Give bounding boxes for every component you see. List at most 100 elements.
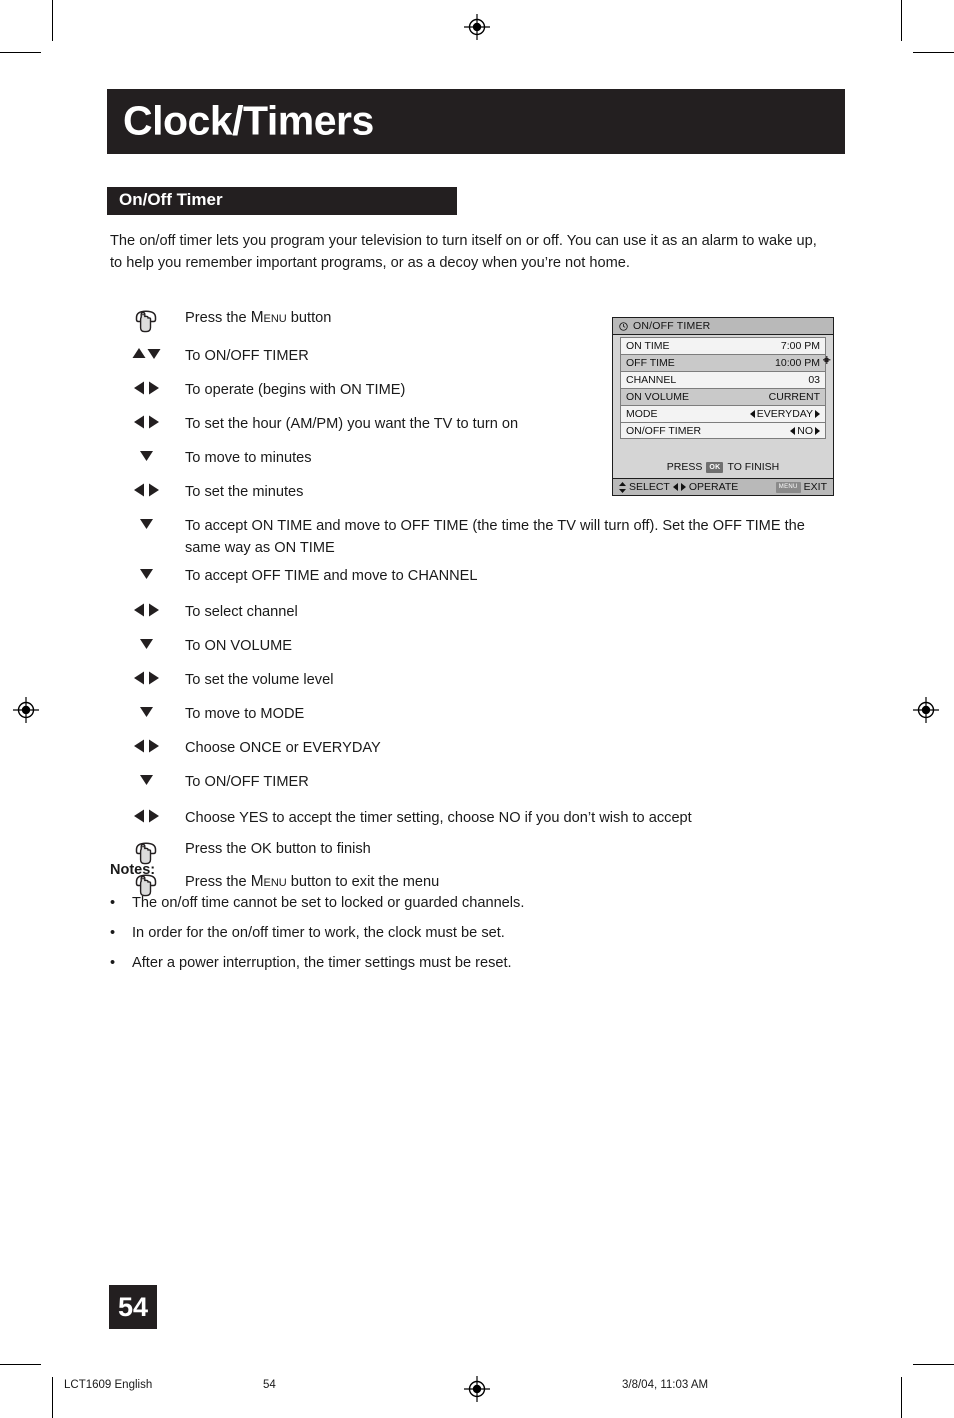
footer-page-number: 54 xyxy=(263,1379,276,1391)
note-bullet-icon: • xyxy=(110,955,116,971)
osd-row[interactable]: OFF TIME 10:00 PM xyxy=(620,354,826,371)
down-arrow-icon xyxy=(139,567,154,580)
right-caret-icon[interactable] xyxy=(815,426,820,435)
left-right-arrows-icon xyxy=(133,809,160,823)
osd-title-label: ON/OFF TIMER xyxy=(633,320,711,332)
osd-row[interactable]: ON/OFF TIMER NO xyxy=(620,422,826,439)
page-title: Clock/Timers xyxy=(123,97,374,144)
note-item: • After a power interruption, the timer s… xyxy=(110,953,810,974)
osd-row-value: 03 xyxy=(808,374,820,386)
note-item: • In order for the on/off timer to work, … xyxy=(110,923,810,944)
step-item: To accept OFF TIME and move to CHANNEL xyxy=(107,565,837,593)
osd-blank-spacer xyxy=(613,439,833,456)
down-arrow-icon xyxy=(139,517,154,530)
osd-foot-exit-label: EXIT xyxy=(803,481,827,493)
osd-row-value: NO xyxy=(797,424,813,437)
step-text: To select channel xyxy=(185,604,298,620)
step-item: To select channel xyxy=(107,601,837,629)
intro-paragraph: The on/off timer lets you program your t… xyxy=(110,233,817,271)
menu-button-chip: MENU xyxy=(775,481,801,493)
left-caret-icon[interactable] xyxy=(790,426,796,435)
osd-row-group: ON TIME 7:00 PM OFF TIME 10:00 PM CHANNEL 03 O… xyxy=(613,335,833,439)
osd-foot-operate-label: OPERATE xyxy=(688,481,739,493)
manual-page: Clock/Timers On/Off Timer The on/off tim… xyxy=(0,0,954,1418)
note-text: In order for the on/off timer to work, t… xyxy=(132,925,505,941)
osd-row[interactable]: ON TIME 7:00 PM xyxy=(620,337,826,354)
down-arrow-icon xyxy=(139,705,154,718)
osd-row[interactable]: CHANNEL 03 xyxy=(620,371,826,388)
step-text: To set the volume level xyxy=(185,672,334,688)
note-bullet-icon: • xyxy=(110,925,116,941)
menu-button-name: Menu xyxy=(250,309,287,326)
step-text-post: button to exit the menu xyxy=(286,874,440,890)
left-right-arrows-icon xyxy=(133,603,160,617)
step-icon-cell xyxy=(107,481,185,497)
step-icon-cell xyxy=(107,565,185,580)
step-icon-cell xyxy=(107,379,185,395)
osd-row-value: EVERYDAY xyxy=(756,408,813,420)
step-icon-cell xyxy=(107,447,185,462)
osd-foot-select-label: SELECT xyxy=(629,481,670,493)
step-item: To move to MODE xyxy=(107,703,837,731)
step-text: To move to MODE xyxy=(185,706,305,722)
osd-row-value-group: 10:00 PM xyxy=(775,357,820,369)
osd-footer-bar: SELECT OPERATE MENU EXIT xyxy=(613,478,833,495)
section-title-bar: On/Off Timer xyxy=(107,187,457,215)
right-caret-icon[interactable] xyxy=(815,410,820,418)
page-number-badge: 54 xyxy=(109,1285,157,1329)
osd-row-value: 7:00 PM xyxy=(780,340,820,352)
left-right-arrows-icon xyxy=(133,739,160,753)
step-text: Choose YES to accept the timer setting, … xyxy=(185,810,692,826)
up-down-arrows-icon xyxy=(132,347,161,360)
menu-button-name: Menu xyxy=(250,873,287,890)
step-icon-cell xyxy=(107,413,185,429)
step-text: To accept OFF TIME and move to CHANNEL xyxy=(185,568,478,584)
step-item: Press the OK button to finish xyxy=(107,838,837,870)
step-item: To accept ON TIME and move to OFF TIME (… xyxy=(107,515,837,559)
step-item: Choose YES to accept the timer setting, … xyxy=(107,807,837,835)
osd-row-value-group: NO xyxy=(790,425,820,437)
note-text: After a power interruption, the timer se… xyxy=(132,955,512,971)
step-icon-cell xyxy=(107,601,185,617)
osd-row-value-group: EVERYDAY xyxy=(749,408,820,420)
step-icon-cell xyxy=(107,635,185,650)
left-caret-icon[interactable] xyxy=(749,410,755,418)
osd-row-label: ON VOLUME xyxy=(626,391,690,403)
osd-onoff-timer-panel: ON/OFF TIMER ON TIME 7:00 PM OFF TIME 10:00… xyxy=(612,317,834,496)
step-item: To ON/OFF TIMER xyxy=(107,771,837,799)
osd-press-post: TO FINISH xyxy=(727,461,780,473)
step-icon-cell xyxy=(107,306,185,338)
step-text: To ON VOLUME xyxy=(185,638,293,654)
osd-row[interactable]: MODE EVERYDAY xyxy=(620,405,826,422)
step-item: To set the volume level xyxy=(107,669,837,697)
section-title: On/Off Timer xyxy=(119,190,223,210)
note-text: The on/off time cannot be set to locked … xyxy=(132,895,525,911)
clock-icon xyxy=(619,321,628,331)
step-text: Press the OK button to finish xyxy=(185,841,371,857)
step-text-pre: Press the xyxy=(185,310,251,326)
osd-row-label: ON/OFF TIMER xyxy=(626,424,702,437)
step-icon-cell xyxy=(107,515,185,530)
down-arrow-icon xyxy=(139,637,154,650)
up-down-arrows-icon xyxy=(619,481,626,493)
page-title-bar: Clock/Timers xyxy=(107,89,845,154)
left-right-arrows-icon xyxy=(133,381,160,395)
step-icon-cell xyxy=(107,345,185,360)
left-right-arrows-icon xyxy=(133,415,160,429)
step-item: Choose ONCE or EVERYDAY xyxy=(107,737,837,765)
step-text: Choose ONCE or EVERYDAY xyxy=(185,740,381,756)
left-right-arrows-icon xyxy=(133,671,160,685)
osd-row-value: 10:00 PM xyxy=(775,357,820,369)
step-icon-cell xyxy=(107,771,185,786)
osd-row-value: CURRENT xyxy=(768,391,820,403)
step-icon-cell xyxy=(107,807,185,823)
notes-list: • The on/off time cannot be set to locked… xyxy=(110,893,810,983)
step-icon-cell xyxy=(107,669,185,685)
step-text: To ON/OFF TIMER xyxy=(185,774,309,790)
osd-row[interactable]: ON VOLUME CURRENT xyxy=(620,388,826,405)
osd-row-label: ON TIME xyxy=(626,340,670,352)
osd-row-label: CHANNEL xyxy=(626,374,677,386)
ok-button-chip: OK xyxy=(706,461,724,473)
step-icon-cell xyxy=(107,737,185,753)
osd-row-value-group: CURRENT xyxy=(769,391,820,403)
